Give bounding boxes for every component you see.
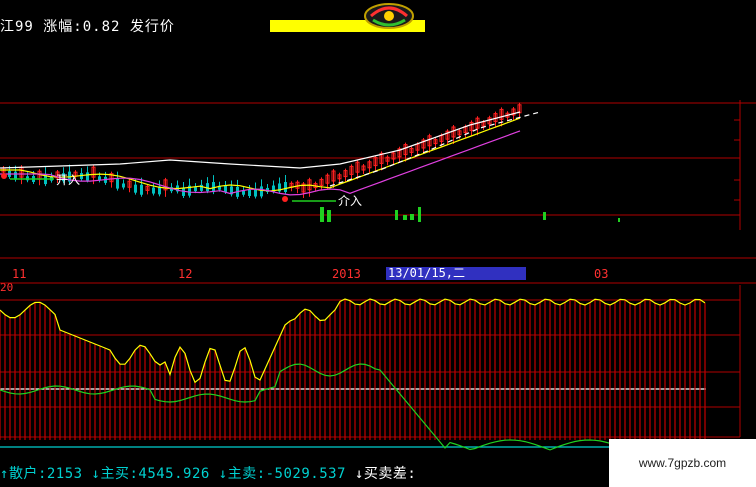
stock-chart-window: 江99 涨幅:0.82 发行价 开入 介入 11 12 2013 13/01/1… — [0, 0, 756, 487]
indicator-chart — [0, 282, 756, 451]
indicator-status-bar: ↑散户:2153 ↓主买:4545.926 ↓主卖:-5029.537 ↓买卖差… — [0, 463, 416, 483]
zhumai-label: 主买 — [100, 466, 130, 482]
diff-arrow-icon: ↓ — [354, 466, 364, 482]
diff-label: 买卖差 — [363, 466, 408, 482]
indicator-line-yellow — [0, 298, 706, 384]
zhumai2-label: 主卖 — [227, 466, 257, 482]
zhumai2-arrow-icon: ↓ — [218, 466, 228, 482]
zhumai-value: :4545.926 — [129, 466, 210, 482]
diff-value: : — [407, 466, 417, 482]
sanhu-arrow-icon: ↑ — [0, 466, 9, 482]
sanhu-label: 散户 — [8, 466, 38, 482]
zhumai2-value: :-5029.537 — [256, 466, 346, 482]
watermark: www.7gpzb.com — [609, 439, 756, 487]
sanhu-value: :2153 — [37, 466, 83, 482]
